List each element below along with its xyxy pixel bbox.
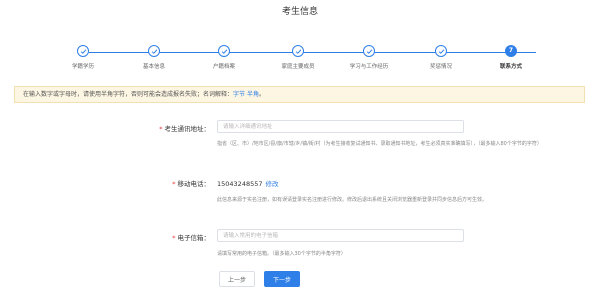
check-icon bbox=[218, 45, 230, 57]
glossary-link-byte[interactable]: 字节 bbox=[233, 91, 245, 98]
check-icon bbox=[435, 45, 447, 57]
step-5[interactable]: 学习与工作经历 bbox=[334, 45, 404, 70]
notice-banner: 在输入数字或字母时，请使用半角字符，否则可能会造成报名失败；名词解释：字节 半角… bbox=[14, 86, 585, 103]
required-marker: * bbox=[159, 125, 163, 133]
email-input[interactable] bbox=[217, 229, 464, 242]
email-label: * 电子信箱： bbox=[130, 232, 210, 242]
required-marker: * bbox=[172, 234, 176, 242]
progress-stepper: 学籍学历 基本信息 户籍档案 家庭主要成员 学习与工作经历 奖惩情况 7 联系方… bbox=[0, 45, 600, 75]
address-hint: 指省（区、市）/地市区/县/旗/市辖/乡/镇/街/村（为考生接收复试通知书、录取… bbox=[217, 141, 542, 147]
notice-end: 。 bbox=[258, 91, 265, 98]
step-number: 7 bbox=[508, 47, 514, 54]
step-3[interactable]: 户籍档案 bbox=[189, 45, 259, 70]
phone-label: * 移动电话： bbox=[130, 178, 210, 188]
step-label: 奖惩情况 bbox=[429, 64, 452, 70]
phone-label-text: 移动电话： bbox=[177, 180, 211, 188]
address-label: * 考生通讯地址： bbox=[130, 123, 210, 133]
modify-phone-link[interactable]: 修改 bbox=[266, 180, 279, 188]
step-number-badge: 7 bbox=[505, 45, 517, 57]
check-icon bbox=[148, 45, 160, 57]
step-label: 基本信息 bbox=[142, 64, 165, 70]
address-label-text: 考生通讯地址： bbox=[164, 125, 211, 133]
next-step-button[interactable]: 下一步 bbox=[264, 271, 300, 287]
step-label: 家庭主要成员 bbox=[281, 64, 315, 70]
check-icon bbox=[363, 45, 375, 57]
email-label-text: 电子信箱： bbox=[177, 234, 211, 242]
phone-hint: 此信息来源于实名注册，如有误请登录实名注册进行修改。修改后退出系统且关闭浏览器重… bbox=[217, 197, 488, 203]
glossary-link-halfwidth[interactable]: 半角 bbox=[247, 91, 259, 98]
step-label: 学籍学历 bbox=[71, 64, 94, 70]
phone-value-row: 15043248557 修改 bbox=[217, 178, 279, 188]
required-marker: * bbox=[172, 180, 176, 188]
step-4[interactable]: 家庭主要成员 bbox=[263, 45, 333, 70]
step-2[interactable]: 基本信息 bbox=[119, 45, 189, 70]
phone-number: 15043248557 bbox=[217, 180, 263, 188]
check-icon bbox=[77, 45, 89, 57]
step-7-current[interactable]: 7 联系方式 bbox=[476, 45, 546, 70]
prev-step-button[interactable]: 上一步 bbox=[219, 271, 255, 287]
step-label: 学习与工作经历 bbox=[349, 64, 389, 70]
email-hint: 请填写常用的电子信箱。（最多输入30个字节的半角字符） bbox=[217, 251, 346, 257]
address-input[interactable] bbox=[217, 120, 464, 133]
step-label: 联系方式 bbox=[499, 64, 522, 70]
check-icon bbox=[292, 45, 304, 57]
page-title: 考生信息 bbox=[281, 7, 318, 17]
step-1[interactable]: 学籍学历 bbox=[48, 45, 118, 70]
step-6[interactable]: 奖惩情况 bbox=[406, 45, 476, 70]
notice-text: 在输入数字或字母时，请使用半角字符，否则可能会造成报名失败；名词解释： bbox=[23, 91, 234, 98]
step-label: 户籍档案 bbox=[212, 64, 235, 70]
